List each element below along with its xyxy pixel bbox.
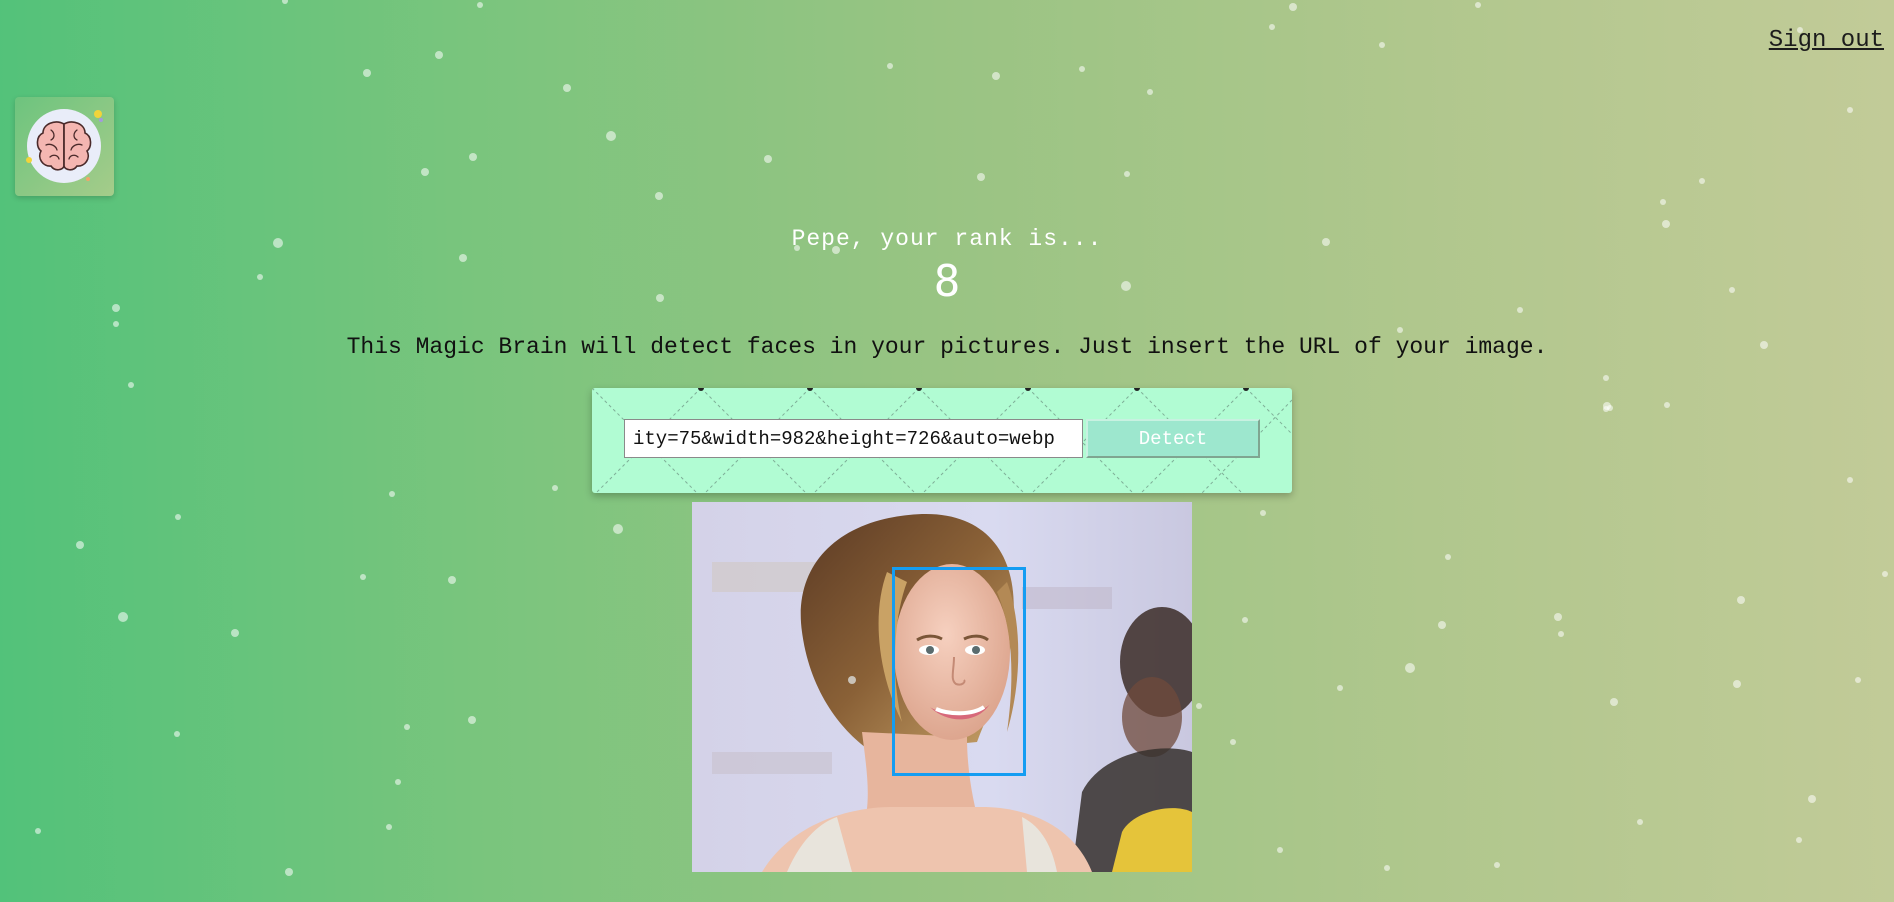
description-text: This Magic Brain will detect faces in yo… — [346, 334, 1548, 360]
face-bounding-box — [892, 567, 1026, 776]
logo-tile[interactable] — [15, 97, 114, 196]
brain-icon — [26, 109, 103, 183]
detect-button[interactable]: Detect — [1086, 419, 1260, 458]
image-url-input[interactable] — [624, 419, 1083, 458]
result-image — [692, 502, 1192, 872]
sign-out-link[interactable]: Sign out — [1769, 27, 1884, 54]
rank-section: Pepe, your rank is... 8 — [0, 226, 1894, 307]
rank-label: Pepe, your rank is... — [791, 226, 1103, 252]
rank-value: 8 — [933, 256, 961, 307]
image-url-form: Detect — [592, 388, 1292, 493]
